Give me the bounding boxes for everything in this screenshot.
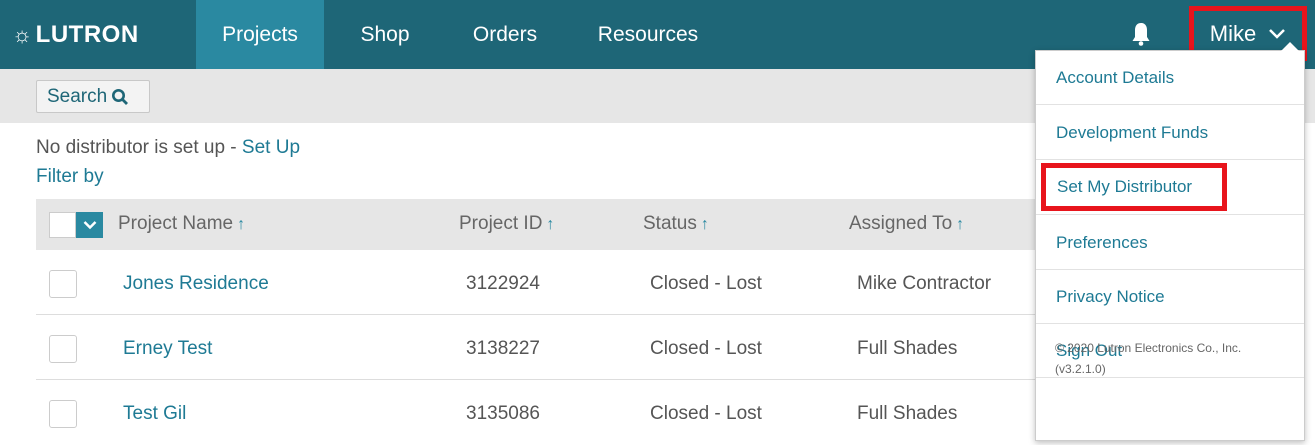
user-dropdown-menu: Account Details Development Funds Prefer… (1035, 50, 1305, 441)
project-id: 3135086 (466, 403, 540, 424)
menu-item-development-funds[interactable]: Development Funds (1036, 106, 1304, 160)
nav-orders[interactable]: Orders (446, 0, 564, 69)
sort-arrow-icon: ↑ (956, 216, 965, 233)
assigned-to: Full Shades (857, 403, 958, 424)
sun-logo-icon: ☼ (12, 21, 33, 47)
chevron-down-icon (1269, 28, 1286, 39)
menu-item-set-my-distributor[interactable]: Set My Distributor (1041, 163, 1227, 211)
notification-bell-icon[interactable] (1131, 22, 1151, 46)
nav-projects[interactable]: Projects (196, 0, 324, 69)
column-header-status[interactable]: Status ↑ (643, 213, 709, 235)
row-checkbox[interactable] (49, 270, 77, 298)
assigned-to: Mike Contractor (857, 273, 992, 294)
select-all-checkbox[interactable] (49, 212, 76, 238)
project-status: Closed - Lost (650, 338, 762, 359)
filter-by-link[interactable]: Filter by (36, 166, 104, 188)
logo-text: LUTRON (35, 20, 139, 48)
project-name-link[interactable]: Test Gil (123, 403, 186, 425)
chevron-down-icon (83, 221, 96, 230)
search-icon (112, 88, 129, 105)
assigned-to: Full Shades (857, 338, 958, 359)
project-id: 3138227 (466, 338, 540, 359)
search-button[interactable]: Search (36, 80, 150, 113)
dropdown-footer: © 2020 Lutron Electronics Co., Inc. (v3.… (1055, 338, 1295, 380)
project-name-link[interactable]: Jones Residence (123, 273, 269, 295)
dropdown-caret (1281, 42, 1299, 51)
search-label: Search (47, 85, 108, 107)
column-label: Status (643, 213, 697, 234)
menu-item-account-details[interactable]: Account Details (1036, 51, 1304, 105)
project-status: Closed - Lost (650, 273, 762, 294)
distributor-notice: No distributor is set up - Set Up (36, 137, 300, 159)
sort-arrow-icon: ↑ (700, 216, 709, 233)
column-header-assigned-to[interactable]: Assigned To ↑ (849, 213, 964, 235)
row-checkbox[interactable] (49, 400, 77, 428)
copyright-text: © 2020 Lutron Electronics Co., Inc. (1055, 341, 1242, 355)
select-dropdown-toggle[interactable] (76, 212, 103, 238)
lutron-logo[interactable]: ☼ LUTRON (12, 0, 139, 69)
distributor-message: No distributor is set up - (36, 137, 242, 158)
project-name-link[interactable]: Erney Test (123, 338, 212, 360)
column-label: Assigned To (849, 213, 953, 234)
nav-shop[interactable]: Shop (324, 0, 446, 69)
version-text: (v3.2.1.0) (1055, 362, 1106, 376)
user-name: Mike (1209, 20, 1257, 46)
sort-arrow-icon: ↑ (237, 216, 246, 233)
column-header-project-name[interactable]: Project Name ↑ (118, 213, 245, 235)
column-label: Project Name (118, 213, 234, 234)
column-header-project-id[interactable]: Project ID ↑ (459, 213, 554, 235)
nav-resources[interactable]: Resources (564, 0, 732, 69)
sort-arrow-icon: ↑ (546, 216, 555, 233)
set-up-link[interactable]: Set Up (242, 137, 300, 158)
select-all-control[interactable] (49, 212, 103, 238)
menu-item-preferences[interactable]: Preferences (1036, 216, 1304, 270)
menu-item-privacy-notice[interactable]: Privacy Notice (1036, 270, 1304, 324)
row-checkbox[interactable] (49, 335, 77, 363)
project-id: 3122924 (466, 273, 540, 294)
project-status: Closed - Lost (650, 403, 762, 424)
column-label: Project ID (459, 213, 543, 234)
